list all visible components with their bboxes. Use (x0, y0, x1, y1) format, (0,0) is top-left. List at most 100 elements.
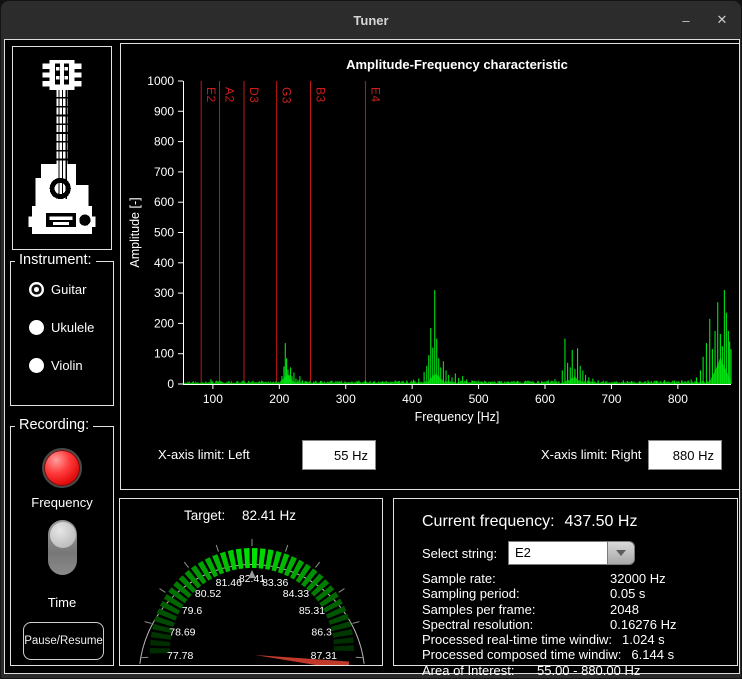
svg-text:300: 300 (154, 286, 174, 300)
radio-label: Guitar (51, 282, 86, 297)
info-row: Processed real-time time windiw: 1.024 s (422, 632, 727, 647)
info-row-label: Sampling period: (422, 586, 610, 601)
tuning-gauge-panel: Target: 82.41 Hz 77.7878.6979.680.5281.4… (119, 498, 383, 666)
current-frequency-value: 437.50 Hz (565, 513, 638, 530)
string-select[interactable]: E2 (508, 541, 635, 565)
string-marker-label: A2 (223, 87, 237, 103)
radio-icon[interactable] (29, 282, 44, 297)
string-select-arrow-button[interactable] (608, 541, 635, 565)
title-bar: Tuner – ✕ (1, 1, 741, 39)
svg-text:100: 100 (154, 347, 174, 361)
radio-icon[interactable] (29, 320, 44, 335)
svg-text:400: 400 (402, 392, 422, 406)
app-window: Tuner – ✕ (0, 0, 742, 679)
info-row-label: Area of Interest: (422, 663, 537, 678)
pause-resume-button[interactable]: Pause/Resume (23, 622, 104, 660)
gauge-scale-label: 79.6 (182, 605, 203, 617)
chevron-down-icon (616, 550, 626, 556)
x-limit-right-input[interactable] (648, 440, 722, 470)
tuning-gauge: 77.7878.6979.680.5281.4682.4183.3684.338… (120, 499, 382, 665)
info-row-label: Processed real-time time windiw: (422, 632, 612, 647)
recording-group: Recording: Frequency Time Pause/Resume (10, 426, 114, 666)
radio-option-violin[interactable]: Violin (29, 358, 94, 373)
string-marker-label: G3 (280, 87, 294, 104)
svg-text:1000: 1000 (147, 74, 174, 88)
info-row-value: 2048 (610, 602, 639, 617)
minimize-icon[interactable]: – (677, 13, 695, 28)
string-marker-label: E2 (204, 87, 218, 103)
gauge-scale-label: 86.3 (311, 627, 332, 639)
axis-limits-row: X-axis limit: Left X-axis limit: Right (121, 440, 739, 472)
info-row-value: 32000 Hz (610, 571, 666, 586)
svg-text:300: 300 (336, 392, 356, 406)
info-row-value: 0.16276 Hz (610, 617, 677, 632)
info-row-value: 55.00 - 880.00 Hz (537, 663, 640, 678)
instrument-image-panel (12, 46, 112, 250)
frequency-label: Frequency (11, 495, 113, 510)
close-icon[interactable]: ✕ (713, 12, 731, 28)
spectrum-chart: 0 100 200 300 400 500 600 700 800 900 1000 100 200 30… (121, 44, 739, 489)
record-led-button[interactable] (42, 448, 82, 488)
radio-icon[interactable] (29, 358, 44, 373)
x-limit-left-label: X-axis limit: Left (158, 447, 250, 462)
radio-option-ukulele[interactable]: Ukulele (29, 320, 94, 335)
info-row: Processed composed time windiw: 6.144 s (422, 647, 727, 662)
gauge-scale-label: 77.78 (167, 650, 193, 662)
svg-text:900: 900 (154, 104, 174, 118)
recording-legend: Recording: (15, 417, 93, 433)
time-toggle-slider[interactable] (48, 520, 77, 575)
gauge-scale-label: 78.69 (169, 627, 195, 639)
svg-text:700: 700 (154, 165, 174, 179)
instrument-legend: Instrument: (15, 252, 96, 268)
info-row-value: 6.144 s (631, 647, 674, 662)
radio-option-guitar[interactable]: Guitar (29, 282, 94, 297)
gauge-scale-label: 80.52 (195, 588, 221, 600)
svg-text:0: 0 (167, 377, 174, 391)
info-row: Area of Interest:55.00 - 880.00 Hz (422, 663, 727, 678)
svg-text:100: 100 (203, 392, 223, 406)
svg-text:500: 500 (469, 392, 489, 406)
string-marker-label: E4 (368, 87, 382, 103)
x-limit-right-label: X-axis limit: Right (541, 447, 641, 462)
svg-text:700: 700 (601, 392, 621, 406)
svg-text:800: 800 (154, 135, 174, 149)
svg-text:200: 200 (154, 316, 174, 330)
svg-text:Amplitude [-]: Amplitude [-] (128, 197, 142, 267)
string-select-value[interactable]: E2 (508, 541, 608, 565)
info-row: Spectral resolution:0.16276 Hz (422, 617, 727, 632)
radio-label: Violin (51, 358, 83, 373)
current-frequency-label: Current frequency: (422, 513, 555, 530)
info-row: Sample rate:32000 Hz (422, 571, 727, 586)
toggle-knob[interactable] (50, 522, 76, 548)
svg-text:200: 200 (269, 392, 289, 406)
info-panel: Current frequency: 437.50 Hz Select strin… (393, 498, 738, 666)
info-row-value: 0.05 s (610, 586, 645, 601)
string-marker-label: B3 (313, 87, 327, 103)
svg-text:800: 800 (668, 392, 688, 406)
info-rows: Sample rate:32000 HzSampling period:0.05… (422, 571, 727, 678)
spectrum-chart-panel: Amplitude-Frequency characteristic 01002… (120, 43, 740, 490)
instrument-group: Instrument: GuitarUkuleleViolin (10, 261, 114, 406)
info-row-label: Samples per frame: (422, 602, 610, 617)
info-row-label: Sample rate: (422, 571, 610, 586)
gauge-scale-label: 85.31 (299, 605, 325, 617)
select-string-label: Select string: (422, 546, 498, 561)
info-row-label: Spectral resolution: (422, 617, 610, 632)
info-row: Samples per frame:2048 (422, 602, 727, 617)
info-row: Sampling period:0.05 s (422, 586, 727, 601)
info-row-value: 1.024 s (622, 632, 665, 647)
svg-text:500: 500 (154, 226, 174, 240)
string-marker-label: D3 (247, 87, 261, 103)
gauge-scale-label: 84.33 (283, 588, 309, 600)
svg-text:600: 600 (535, 392, 555, 406)
svg-text:400: 400 (154, 256, 174, 270)
main-content: Instrument: Guitar Ukulele Violin Recordin… (4, 39, 740, 674)
svg-text:600: 600 (154, 195, 174, 209)
time-label: Time (11, 595, 113, 610)
guitar-image (18, 53, 106, 243)
info-row-label: Processed composed time windiw: (422, 647, 621, 662)
svg-text:Frequency [Hz]: Frequency [Hz] (415, 410, 500, 424)
window-title: Tuner (353, 13, 388, 28)
radio-label: Ukulele (51, 320, 94, 335)
x-limit-left-input[interactable] (302, 440, 376, 470)
